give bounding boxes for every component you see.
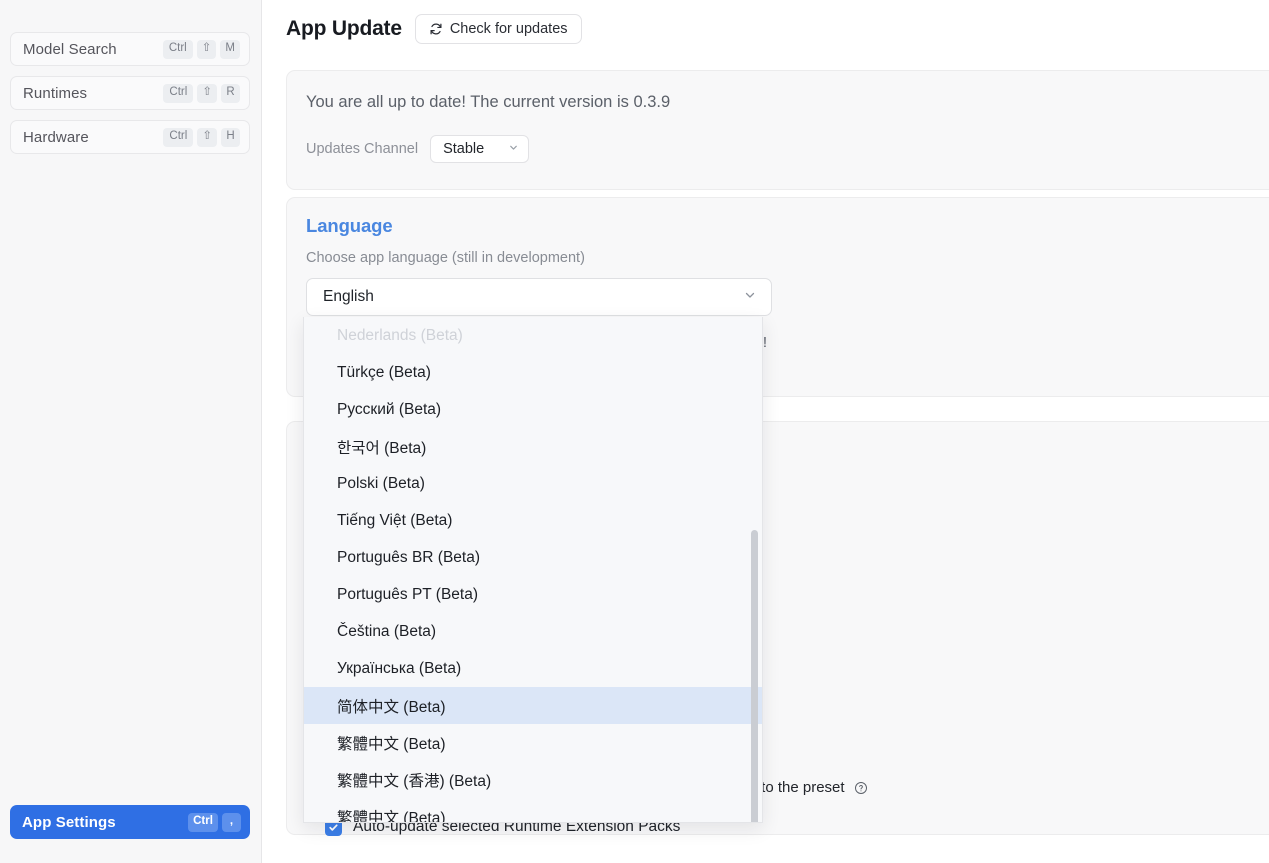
keycap-ctrl: Ctrl xyxy=(163,40,193,59)
language-option-list: Nederlands (Beta) Türkçe (Beta) Русский (B… xyxy=(304,317,762,823)
language-option[interactable]: Português PT (Beta) xyxy=(304,576,762,613)
sidebar-item-hardware[interactable]: Hardware Ctrl ⇧ H xyxy=(10,120,250,154)
language-option-label: Українська (Beta) xyxy=(337,660,461,678)
keycap-letter: R xyxy=(221,84,240,103)
updates-channel-label: Updates Channel xyxy=(306,141,418,157)
updates-channel-row: Updates Channel Stable xyxy=(306,135,529,163)
sidebar: Model Search Ctrl ⇧ M Runtimes Ctrl ⇧ R … xyxy=(0,0,262,863)
keycap-shift: ⇧ xyxy=(197,40,217,59)
language-option-label: Polski (Beta) xyxy=(337,475,425,493)
keycap-ctrl: Ctrl xyxy=(163,128,193,147)
language-option[interactable]: 繁體中文 (Beta) xyxy=(304,798,762,823)
update-status-text: You are all up to date! The current vers… xyxy=(306,93,670,112)
keycap-comma: , xyxy=(222,813,241,832)
language-option[interactable]: 한국어 (Beta) xyxy=(304,428,762,465)
language-option[interactable]: 繁體中文 (香港) (Beta) xyxy=(304,761,762,798)
question-circle-icon[interactable] xyxy=(854,781,868,795)
language-option-label: 繁體中文 (香港) (Beta) xyxy=(337,769,491,791)
language-option-label: 한국어 (Beta) xyxy=(337,436,426,458)
chevron-down-icon xyxy=(743,288,757,307)
shortcut-keys: Ctrl ⇧ M xyxy=(163,40,240,59)
language-option[interactable]: Português BR (Beta) xyxy=(304,539,762,576)
dropdown-scrollbar[interactable] xyxy=(748,317,761,823)
check-for-updates-button[interactable]: Check for updates xyxy=(415,14,582,44)
language-option-label: Čeština (Beta) xyxy=(337,623,436,641)
app-settings-label: App Settings xyxy=(22,814,188,831)
language-option[interactable]: Polski (Beta) xyxy=(304,465,762,502)
sidebar-item-label: Hardware xyxy=(23,129,163,146)
keycap-shift: ⇧ xyxy=(197,84,217,103)
sidebar-item-label: Model Search xyxy=(23,41,163,58)
shortcut-keys: Ctrl ⇧ R xyxy=(163,84,240,103)
language-option[interactable]: Русский (Beta) xyxy=(304,391,762,428)
check-for-updates-label: Check for updates xyxy=(450,21,568,37)
language-title: Language xyxy=(306,215,393,237)
language-option[interactable]: Tiếng Việt (Beta) xyxy=(304,502,762,539)
sidebar-item-label: Runtimes xyxy=(23,85,163,102)
language-option[interactable]: Türkçe (Beta) xyxy=(304,354,762,391)
language-option[interactable]: 简体中文 (Beta) xyxy=(304,687,762,724)
keycap-ctrl: Ctrl xyxy=(163,84,193,103)
page-title: App Update xyxy=(286,17,402,41)
keycap-letter: M xyxy=(220,40,240,59)
sidebar-item-app-settings[interactable]: App Settings Ctrl , xyxy=(10,805,250,839)
sidebar-item-runtimes[interactable]: Runtimes Ctrl ⇧ R xyxy=(10,76,250,110)
app-update-header: App Update Check for updates xyxy=(286,14,582,44)
language-option-label: Português BR (Beta) xyxy=(337,549,480,567)
sidebar-item-model-search[interactable]: Model Search Ctrl ⇧ M xyxy=(10,32,250,66)
dropdown-scrollbar-thumb[interactable] xyxy=(751,530,758,823)
keycap-ctrl: Ctrl xyxy=(188,813,218,832)
updates-channel-value: Stable xyxy=(443,141,484,157)
language-option-label: Русский (Beta) xyxy=(337,401,441,419)
shortcut-keys: Ctrl , xyxy=(188,813,241,832)
language-option-label: 简体中文 (Beta) xyxy=(337,695,446,717)
app-window: Model Search Ctrl ⇧ M Runtimes Ctrl ⇧ R … xyxy=(0,0,1269,863)
language-subtitle: Choose app language (still in developmen… xyxy=(306,250,585,266)
language-option-label: Türkçe (Beta) xyxy=(337,364,431,382)
keycap-letter: H xyxy=(221,128,240,147)
language-selected-value: English xyxy=(323,288,374,306)
language-option[interactable]: 繁體中文 (Beta) xyxy=(304,724,762,761)
language-option-label: Português PT (Beta) xyxy=(337,586,478,604)
language-option-label: 繁體中文 (Beta) xyxy=(337,732,446,754)
keycap-shift: ⇧ xyxy=(197,128,217,147)
language-select[interactable]: English xyxy=(306,278,772,316)
language-option[interactable]: Українська (Beta) xyxy=(304,650,762,687)
refresh-icon xyxy=(429,22,443,36)
language-option-label: Nederlands (Beta) xyxy=(337,327,463,345)
updates-channel-select[interactable]: Stable xyxy=(430,135,529,163)
app-update-panel: You are all up to date! The current vers… xyxy=(286,70,1269,190)
language-option-label: Tiếng Việt (Beta) xyxy=(337,512,452,530)
language-option[interactable]: Čeština (Beta) xyxy=(304,613,762,650)
shortcut-keys: Ctrl ⇧ H xyxy=(163,128,240,147)
language-option-label: 繁體中文 (Beta) xyxy=(337,806,446,824)
language-dropdown-menu[interactable]: Nederlands (Beta) Türkçe (Beta) Русский (B… xyxy=(303,317,763,823)
language-option[interactable]: Nederlands (Beta) xyxy=(304,317,762,354)
chevron-down-icon xyxy=(508,141,519,157)
